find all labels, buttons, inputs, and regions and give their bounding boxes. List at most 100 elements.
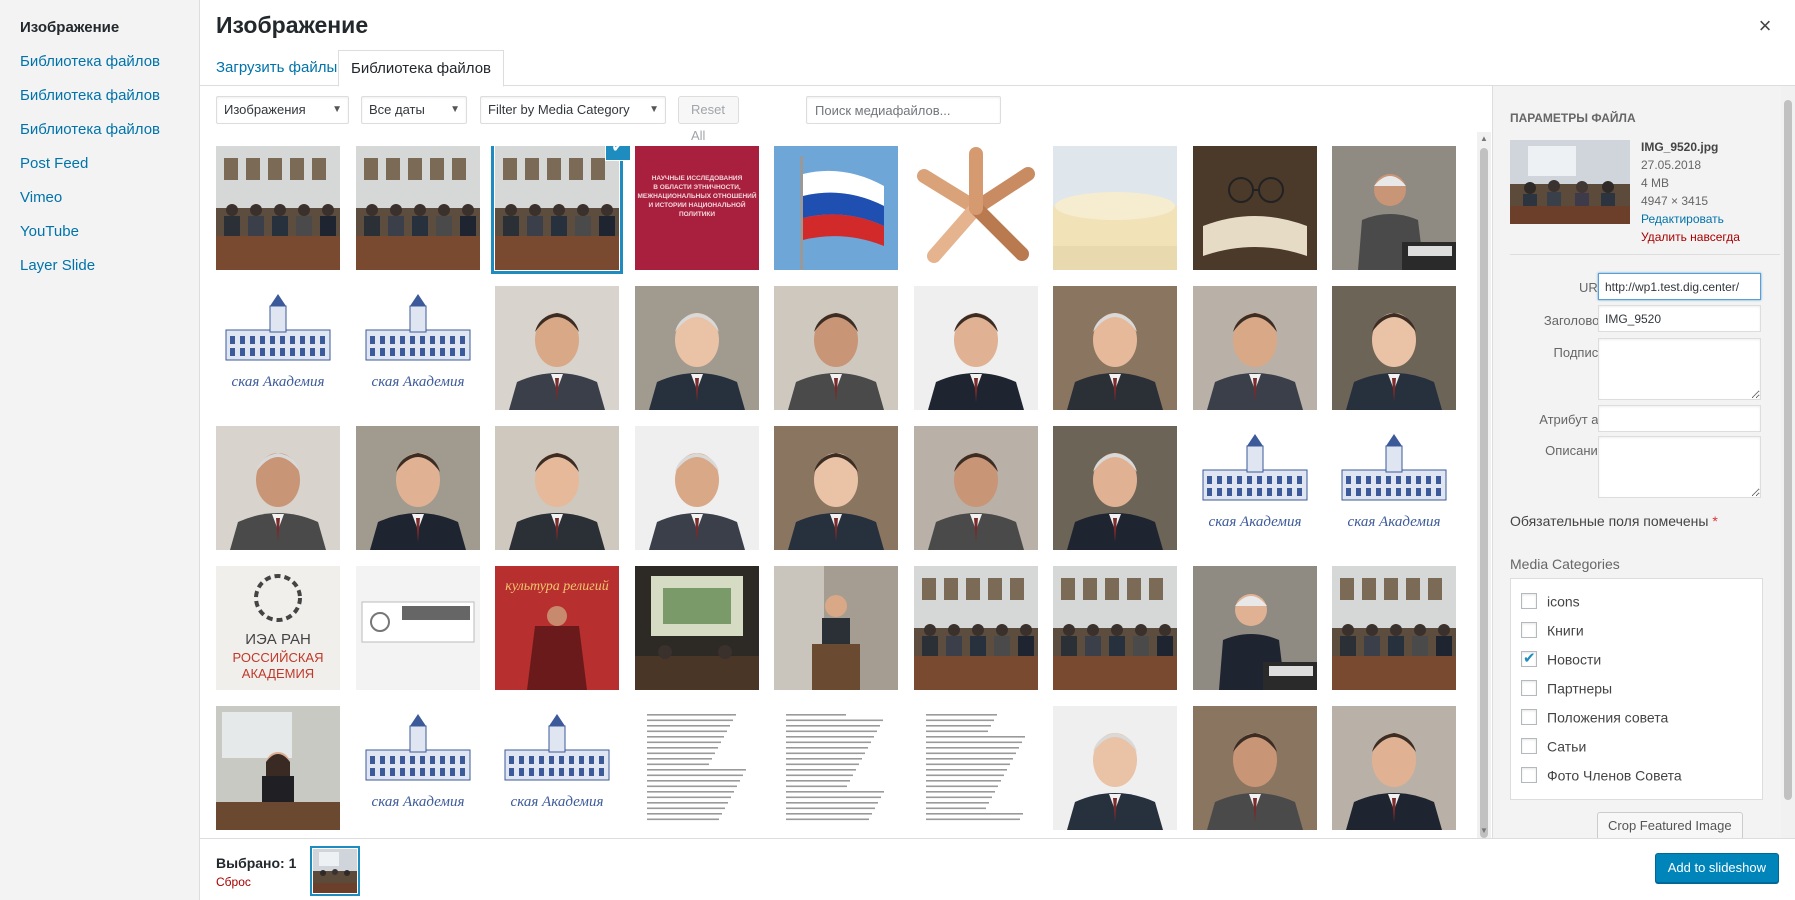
- attachment-thumbnail[interactable]: [1053, 146, 1177, 270]
- required-fields-note: Обязательные поля помечены *: [1510, 513, 1718, 529]
- menu-item-post-feed[interactable]: Post Feed: [0, 153, 199, 187]
- attachment-thumbnail[interactable]: [913, 706, 1038, 830]
- flag-image: [774, 146, 898, 270]
- attachment-thumbnail[interactable]: ская Академия: [1332, 426, 1456, 550]
- menu-item-layer-slide[interactable]: Layer Slide: [0, 255, 199, 289]
- attachment-thumbnail[interactable]: культура религий: [495, 566, 619, 690]
- attachment-thumbnail[interactable]: [634, 566, 759, 690]
- category-checkbox-item[interactable]: Фото Членов Совета: [1521, 766, 1682, 786]
- menu-item-library-1[interactable]: Библиотека файлов: [0, 51, 199, 85]
- attachment-thumbnail[interactable]: ская Академия: [355, 286, 480, 410]
- attachment-details-sidebar: Параметры файла IMG_9520.jpg 27.05.2018 …: [1492, 86, 1795, 838]
- portrait-image: [1053, 426, 1177, 550]
- attachment-thumbnail[interactable]: ская Академия: [495, 706, 619, 830]
- portrait-image: [216, 426, 340, 550]
- menu-item-image[interactable]: Изображение: [0, 17, 199, 51]
- attachment-thumbnail[interactable]: [495, 146, 619, 270]
- attachment-thumbnail[interactable]: [216, 706, 340, 830]
- category-checkbox-item[interactable]: Книги: [1521, 621, 1584, 641]
- attachment-thumbnail[interactable]: [1192, 146, 1317, 270]
- attachment-thumbnail[interactable]: [1192, 706, 1317, 830]
- attachment-thumbnail[interactable]: [495, 426, 619, 550]
- attachment-thumbnail[interactable]: [1332, 286, 1456, 410]
- attachment-thumbnail[interactable]: [913, 426, 1038, 550]
- caption-field[interactable]: [1598, 338, 1761, 400]
- checkbox[interactable]: [1521, 593, 1537, 610]
- add-to-slideshow-button[interactable]: Add to slideshow: [1654, 853, 1779, 883]
- category-checkbox-item[interactable]: Партнеры: [1521, 679, 1612, 699]
- meeting-image: [1332, 566, 1456, 690]
- attachment-thumbnail[interactable]: [1053, 426, 1177, 550]
- scroll-down-icon[interactable]: ▼: [1477, 824, 1491, 838]
- attachment-thumbnail[interactable]: [774, 566, 898, 690]
- scroll-thumb[interactable]: [1784, 100, 1792, 800]
- crop-featured-image-button[interactable]: Crop Featured Image: [1597, 812, 1743, 838]
- attachment-thumbnail[interactable]: [913, 566, 1038, 690]
- attachment-thumbnail[interactable]: [355, 426, 480, 550]
- attachment-thumbnail[interactable]: [774, 426, 898, 550]
- attachment-thumbnail[interactable]: [1053, 706, 1177, 830]
- attachment-thumbnail[interactable]: [1053, 286, 1177, 410]
- scroll-up-icon[interactable]: ▲: [1477, 132, 1491, 146]
- attachment-thumbnail[interactable]: [913, 146, 1038, 270]
- attachment-thumbnail[interactable]: [1192, 286, 1317, 410]
- attachment-thumbnail[interactable]: ская Академия: [216, 286, 340, 410]
- category-checkbox-item[interactable]: Положения совета: [1521, 708, 1668, 728]
- attachment-thumbnail[interactable]: [634, 426, 759, 550]
- tab-upload-files[interactable]: Загрузить файлы: [204, 50, 349, 86]
- attachment-thumbnail[interactable]: [1332, 146, 1456, 270]
- attachment-thumbnail[interactable]: [355, 146, 480, 270]
- menu-item-youtube[interactable]: YouTube: [0, 221, 199, 255]
- category-filter-value: Filter by Media Category: [488, 102, 630, 117]
- title-field[interactable]: [1598, 305, 1761, 332]
- attachment-thumbnail[interactable]: [1332, 706, 1456, 830]
- clear-selection-link[interactable]: Сброс: [216, 875, 251, 889]
- type-filter-select[interactable]: Изображения ▼: [216, 96, 349, 124]
- attachment-thumbnail[interactable]: [216, 146, 340, 270]
- attachment-thumbnail[interactable]: ская Академия: [1192, 426, 1317, 550]
- checkbox[interactable]: [1521, 709, 1537, 726]
- attachment-thumbnail[interactable]: [495, 286, 619, 410]
- grid-scrollbar[interactable]: ▲ ▼: [1477, 132, 1491, 838]
- url-field[interactable]: [1598, 273, 1761, 300]
- search-input[interactable]: [806, 96, 1001, 124]
- attachment-thumbnail[interactable]: ИЭА РАН РОССИЙСКАЯ АКАДЕМИЯ: [216, 566, 340, 690]
- checkbox[interactable]: [1521, 680, 1537, 697]
- attachment-thumbnail[interactable]: [913, 286, 1038, 410]
- attachment-thumbnail[interactable]: [355, 566, 480, 690]
- attachment-thumbnail[interactable]: [774, 706, 898, 830]
- attachment-thumbnail[interactable]: [774, 286, 898, 410]
- description-field[interactable]: [1598, 436, 1761, 498]
- category-checkbox-item[interactable]: icons: [1521, 592, 1580, 612]
- tab-media-library[interactable]: Библиотека файлов: [338, 50, 505, 87]
- attachment-thumbnail[interactable]: [634, 706, 759, 830]
- edit-image-link[interactable]: Редактировать: [1641, 210, 1740, 228]
- attachment-thumbnail[interactable]: ская Академия: [355, 706, 480, 830]
- delete-permanently-link[interactable]: Удалить навсегда: [1641, 228, 1740, 246]
- checkbox[interactable]: [1521, 622, 1537, 639]
- attachment-thumbnail[interactable]: НАУЧНЫЕ ИССЛЕДОВАНИЯ В ОБЛАСТИ ЭТНИЧНОСТИ…: [634, 146, 759, 270]
- attachment-thumbnail[interactable]: [634, 286, 759, 410]
- selected-attachment-thumb[interactable]: [313, 849, 357, 893]
- category-filter-select[interactable]: Filter by Media Category ▼: [480, 96, 666, 124]
- scroll-thumb[interactable]: [1480, 148, 1488, 838]
- menu-item-library-3[interactable]: Библиотека файлов: [0, 119, 199, 153]
- menu-item-library-2[interactable]: Библиотека файлов: [0, 85, 199, 119]
- sidebar-scrollbar[interactable]: [1781, 86, 1795, 838]
- reset-filters-button[interactable]: Reset All Filters: [678, 96, 740, 169]
- attachment-thumbnail[interactable]: [1332, 566, 1456, 690]
- close-icon[interactable]: ×: [1751, 12, 1779, 40]
- category-checkbox-item[interactable]: Сатьи: [1521, 737, 1586, 757]
- attachment-thumbnail[interactable]: [1053, 566, 1177, 690]
- attachment-thumbnail[interactable]: [774, 146, 898, 270]
- menu-item-vimeo[interactable]: Vimeo: [0, 187, 199, 221]
- attachment-thumbnail[interactable]: [1192, 566, 1317, 690]
- attachment-thumbnail[interactable]: [216, 426, 340, 550]
- checkbox-checked[interactable]: [1521, 649, 1537, 668]
- date-filter-select[interactable]: Все даты ▼: [361, 96, 467, 124]
- alt-text-field[interactable]: [1598, 405, 1761, 432]
- selected-check-icon[interactable]: ✔: [606, 146, 630, 160]
- checkbox[interactable]: [1521, 767, 1537, 784]
- category-checkbox-item[interactable]: Новости: [1521, 649, 1601, 670]
- checkbox[interactable]: [1521, 738, 1537, 755]
